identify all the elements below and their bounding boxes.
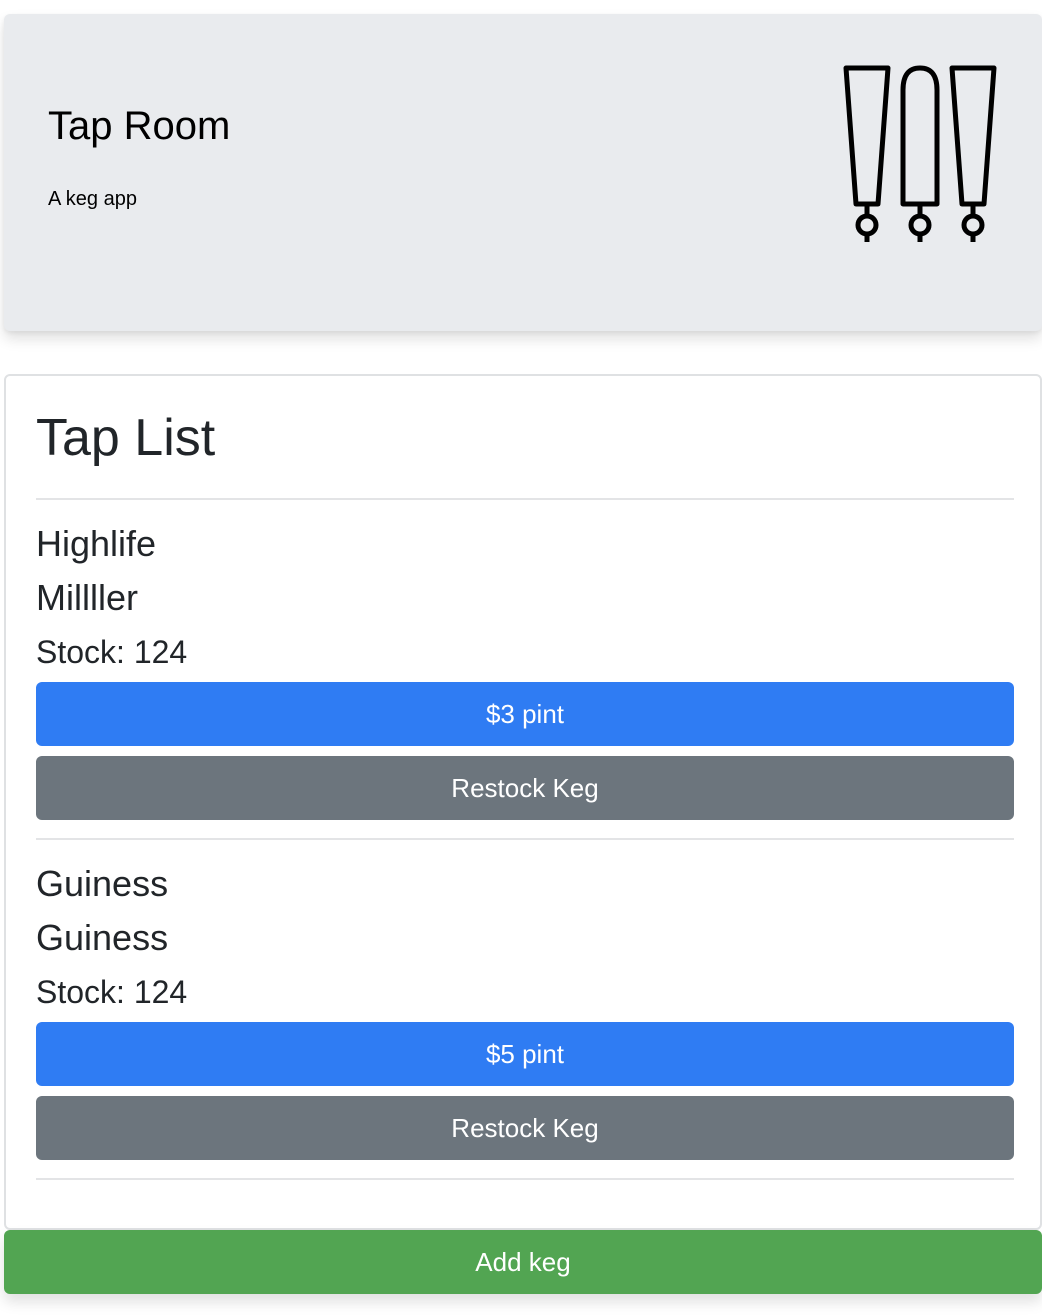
sell-pint-button[interactable]: $3 pint bbox=[36, 682, 1014, 746]
keg-item: Guiness Guiness Stock: 124 $5 pint Resto… bbox=[36, 840, 1014, 1160]
tap-list-card: Tap List Highlife Millller Stock: 124 $3… bbox=[4, 374, 1042, 1230]
keg-name: Guiness bbox=[36, 863, 169, 904]
page-header: Tap Room A keg app bbox=[4, 14, 1042, 331]
sell-pint-button[interactable]: $5 pint bbox=[36, 1022, 1014, 1086]
restock-keg-button[interactable]: Restock Keg bbox=[36, 756, 1014, 820]
keg-stock: Stock: 124 bbox=[36, 974, 188, 1010]
keg-name: Highlife bbox=[36, 523, 157, 564]
restock-keg-button[interactable]: Restock Keg bbox=[36, 1096, 1014, 1160]
keg-stock: Stock: 124 bbox=[36, 634, 188, 670]
keg-item: Highlife Millller Stock: 124 $3 pint Res… bbox=[36, 500, 1014, 820]
keg-brand: Guiness bbox=[36, 917, 169, 958]
divider bbox=[36, 1178, 1014, 1180]
add-keg-button[interactable]: Add keg bbox=[4, 1230, 1042, 1294]
app-title: Tap Room bbox=[48, 104, 231, 148]
tap-list-title: Tap List bbox=[36, 409, 216, 467]
keg-brand: Millller bbox=[36, 577, 138, 618]
app-subtitle: A keg app bbox=[48, 188, 137, 210]
beer-taps-icon bbox=[843, 65, 997, 242]
